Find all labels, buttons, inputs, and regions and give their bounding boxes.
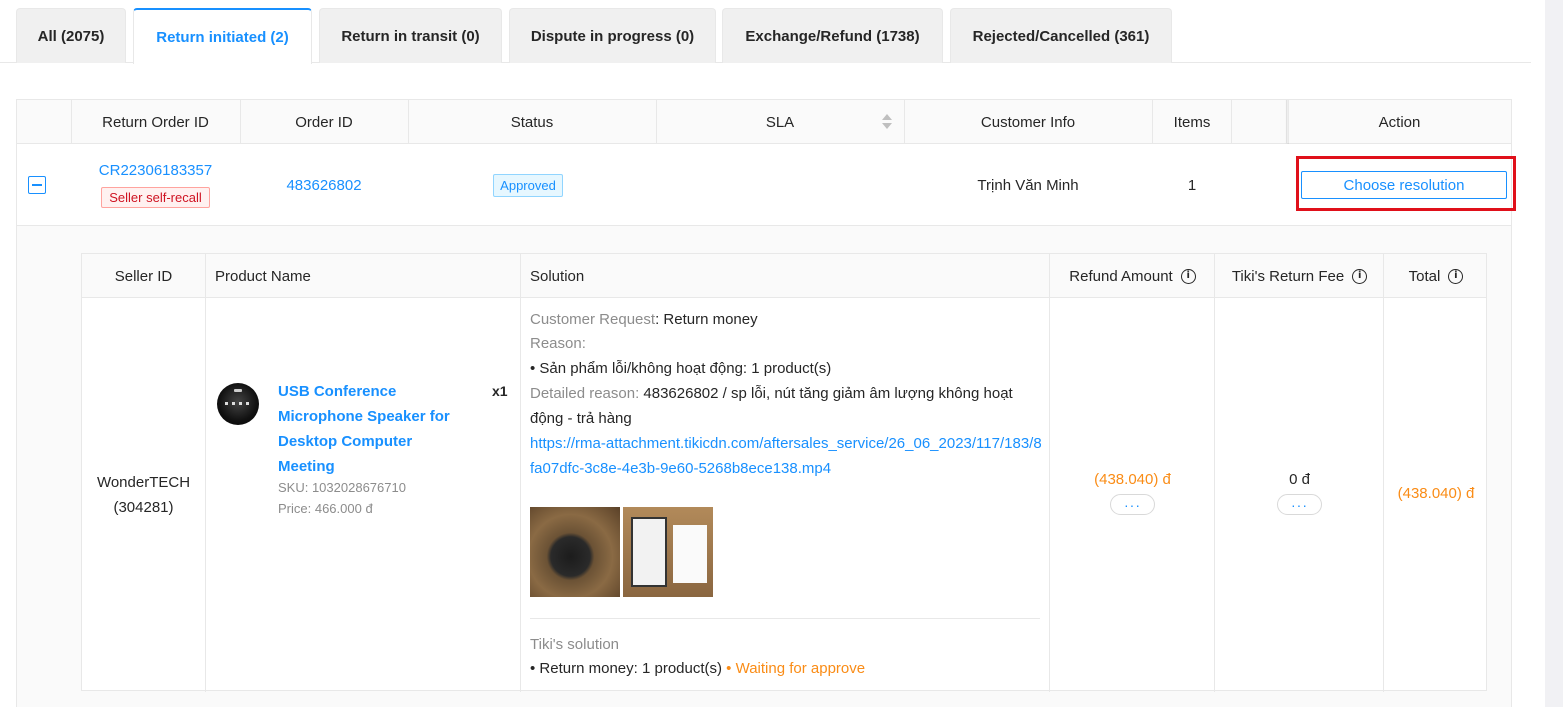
header-solution: Solution bbox=[530, 267, 585, 285]
seller-info: WonderTECH (304281) bbox=[82, 470, 205, 520]
refund-more-button[interactable]: ··· bbox=[1110, 494, 1155, 515]
attachment-thumbnail[interactable] bbox=[530, 507, 620, 597]
header-order-id: Order ID bbox=[295, 113, 353, 131]
detailed-reason-continued: động - trả hàng bbox=[530, 410, 632, 427]
collapse-row-button[interactable] bbox=[28, 176, 46, 194]
return-fee-label: Tiki's Return Fee bbox=[1231, 267, 1345, 285]
sort-icon[interactable] bbox=[882, 113, 892, 131]
return-fee-amount: 0 đ bbox=[1289, 471, 1310, 488]
header-sla-label: SLA bbox=[765, 113, 795, 131]
header-sla[interactable]: SLA bbox=[656, 100, 904, 144]
customer-request: Customer Request: Return money bbox=[530, 308, 758, 332]
product-quantity: x1 bbox=[492, 383, 508, 399]
detailed-reason-label: Detailed reason: bbox=[530, 385, 644, 402]
status-badge: Approved bbox=[493, 173, 563, 197]
attachment-link[interactable]: https://rma-attachment.tikicdn.com/after… bbox=[530, 431, 1045, 481]
product-detail-table: Seller ID Product Name Solution Refund A… bbox=[81, 253, 1487, 692]
detail-table-header: Seller ID Product Name Solution Refund A… bbox=[82, 254, 1486, 298]
tiki-solution-item: • Return money: 1 product(s) bbox=[530, 660, 722, 677]
fee-more-button[interactable]: ··· bbox=[1277, 494, 1322, 515]
tab-all[interactable]: All (2075) bbox=[16, 8, 126, 63]
detailed-reason-text: 483626802 / sp lỗi, nút tăng giảm âm lượ… bbox=[643, 385, 1013, 402]
tiki-solution: • Return money: 1 product(s) • Waiting f… bbox=[530, 657, 865, 681]
header-product-name: Product Name bbox=[215, 267, 311, 285]
tab-exchange-refund[interactable]: Exchange/Refund (1738) bbox=[722, 8, 943, 63]
header-refund-amount: Refund Amount i bbox=[1050, 254, 1215, 298]
total-label: Total bbox=[1408, 267, 1441, 285]
items-count: 1 bbox=[1187, 176, 1197, 194]
expanded-row-detail: Seller ID Product Name Solution Refund A… bbox=[17, 226, 1511, 707]
header-total: Total i bbox=[1384, 254, 1488, 298]
header-status: Status bbox=[510, 113, 554, 131]
seller-self-recall-badge: Seller self-recall bbox=[101, 187, 210, 208]
product-name-link[interactable]: USB Conference Microphone Speaker for De… bbox=[278, 379, 468, 479]
tiki-solution-label: Tiki's solution bbox=[530, 636, 620, 653]
customer-name: Trịnh Văn Minh bbox=[977, 176, 1079, 194]
tab-dispute-in-progress[interactable]: Dispute in progress (0) bbox=[509, 8, 716, 63]
product-sku: SKU: 1032028676710 bbox=[278, 480, 406, 495]
vertical-scrollbar[interactable] bbox=[1545, 0, 1563, 707]
return-order-id-link[interactable]: CR22306183357 bbox=[99, 162, 212, 179]
info-icon[interactable]: i bbox=[1180, 268, 1196, 284]
return-orders-table: Return Order ID Order ID Status SLA Cust… bbox=[16, 99, 1516, 707]
tiki-solution-status: • Waiting for approve bbox=[722, 660, 866, 677]
status-tabs: All (2075) Return initiated (2) Return i… bbox=[0, 0, 1531, 64]
detailed-reason: Detailed reason: 483626802 / sp lỗi, nút… bbox=[530, 382, 1013, 406]
tab-return-in-transit[interactable]: Return in transit (0) bbox=[319, 8, 502, 63]
refund-amount: (438.040) đ bbox=[1094, 471, 1171, 488]
product-image[interactable] bbox=[217, 383, 259, 425]
attachment-thumbnail[interactable] bbox=[623, 507, 713, 597]
order-id-link[interactable]: 483626802 bbox=[286, 177, 361, 194]
table-row: CR22306183357 Seller self-recall 4836268… bbox=[17, 144, 1511, 226]
refund-amount-label: Refund Amount bbox=[1069, 267, 1173, 285]
header-return-fee: Tiki's Return Fee i bbox=[1215, 254, 1384, 298]
reason-item: • Sản phẩm lỗi/không hoạt động: 1 produc… bbox=[530, 360, 832, 377]
header-seller-id: Seller ID bbox=[114, 267, 173, 285]
customer-request-value: : Return money bbox=[655, 311, 758, 328]
header-customer-info: Customer Info bbox=[980, 113, 1076, 131]
total-amount: (438.040) đ bbox=[1397, 485, 1475, 502]
product-price: Price: 466.000 đ bbox=[278, 501, 373, 516]
header-return-order-id: Return Order ID bbox=[102, 113, 209, 131]
customer-request-label: Customer Request bbox=[530, 311, 656, 328]
info-icon[interactable]: i bbox=[1352, 268, 1368, 284]
tab-return-initiated[interactable]: Return initiated (2) bbox=[133, 8, 312, 64]
reason-label: Reason: bbox=[530, 335, 586, 352]
tab-rejected-cancelled[interactable]: Rejected/Cancelled (361) bbox=[950, 8, 1172, 63]
header-items: Items bbox=[1173, 113, 1211, 131]
highlight-annotation bbox=[1296, 156, 1516, 211]
header-action: Action bbox=[1378, 113, 1421, 131]
seller-id: (304281) bbox=[113, 499, 174, 516]
info-icon[interactable]: i bbox=[1448, 268, 1464, 284]
seller-name: WonderTECH bbox=[96, 474, 191, 491]
